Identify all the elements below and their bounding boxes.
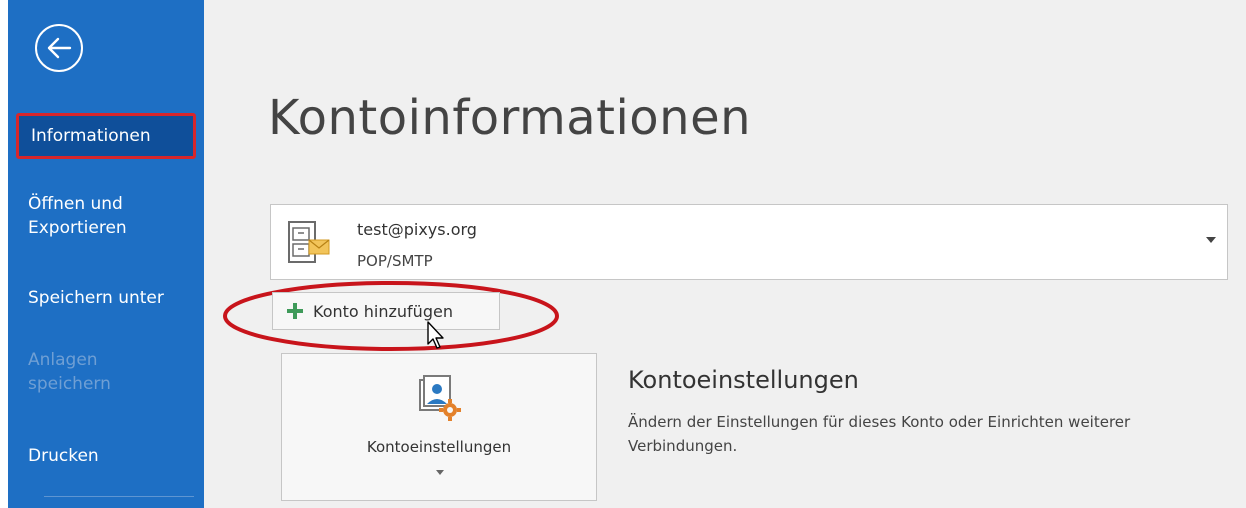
plus-icon	[287, 303, 303, 319]
add-account-button[interactable]: Konto hinzufügen	[272, 292, 500, 330]
add-account-label: Konto hinzufügen	[313, 301, 453, 321]
sidebar-item-drucken[interactable]: Drucken	[8, 444, 204, 468]
sidebar-item-label: Anlagen speichern	[28, 350, 111, 394]
sidebar-item-label: Öffnen und Exportieren	[28, 194, 127, 238]
account-selector[interactable]: test@pixys.org POP/SMTP	[270, 204, 1228, 280]
account-settings-icon	[419, 375, 461, 421]
settings-tile-label: Kontoeinstellungen	[366, 438, 512, 456]
sidebar-item-informationen[interactable]: Informationen	[16, 113, 196, 159]
sidebar-item-label: Informationen	[31, 126, 151, 146]
account-type: POP/SMTP	[357, 252, 433, 270]
page-title: Kontoinformationen	[268, 90, 752, 146]
window-edge	[0, 0, 8, 508]
mouse-cursor-icon	[427, 321, 444, 349]
sidebar-item-anlagen-speichern: Anlagen speichern	[8, 348, 204, 396]
sidebar-item-oeffnen-exportieren[interactable]: Öffnen und Exportieren	[8, 192, 204, 240]
dropdown-arrow-icon	[1206, 237, 1216, 243]
sidebar-item-speichern-unter[interactable]: Speichern unter	[8, 286, 204, 310]
account-file-icon	[288, 221, 330, 263]
caret-down-icon	[436, 470, 444, 475]
sidebar-item-label: Drucken	[28, 446, 99, 466]
settings-description: Ändern der Einstellungen für dieses Kont…	[628, 413, 1131, 455]
sidebar-divider	[44, 496, 194, 497]
back-button[interactable]	[35, 24, 83, 72]
account-settings-button[interactable]: Kontoeinstellungen	[281, 353, 597, 501]
main-content: Kontoinformationen test@pixys.org POP/SM…	[204, 0, 1246, 508]
back-arrow-icon	[47, 37, 72, 59]
account-email: test@pixys.org	[357, 220, 477, 239]
backstage-sidebar: Informationen Öffnen und Exportieren Spe…	[8, 0, 204, 508]
sidebar-item-label: Speichern unter	[28, 288, 164, 308]
settings-heading: Kontoeinstellungen	[628, 366, 859, 394]
